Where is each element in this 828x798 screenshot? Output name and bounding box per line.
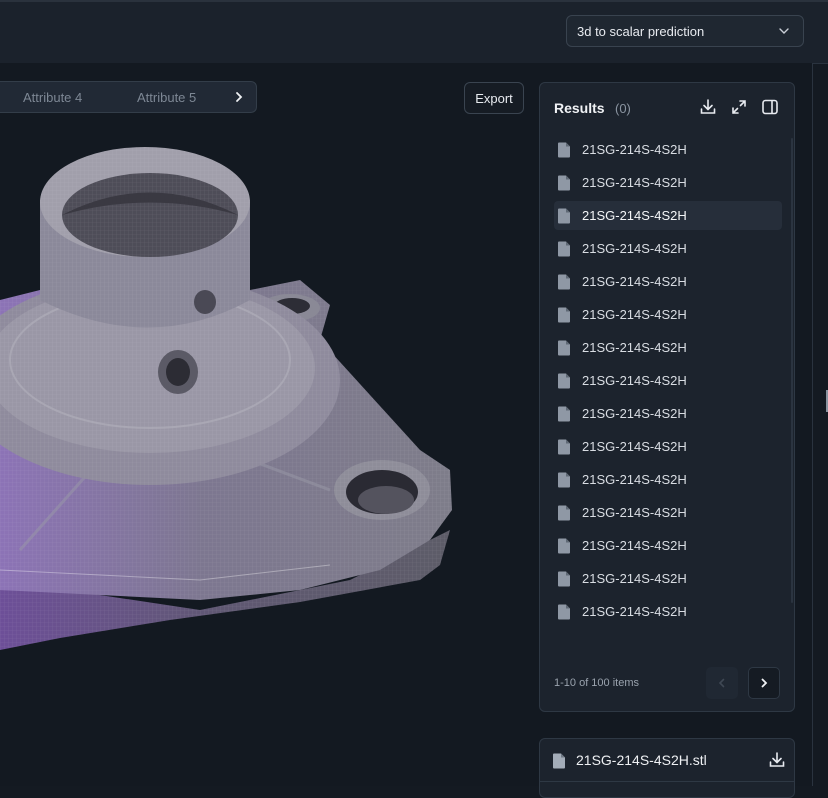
list-item-label: 21SG-214S-4S2H	[582, 406, 687, 421]
list-item-label: 21SG-214S-4S2H	[582, 571, 687, 586]
3d-model-viewport[interactable]	[0, 110, 520, 670]
file-icon	[558, 142, 570, 157]
list-item-label: 21SG-214S-4S2H	[582, 175, 687, 190]
list-item[interactable]: 21SG-214S-4S2H	[554, 465, 782, 494]
chevron-down-icon	[779, 28, 789, 34]
list-item[interactable]: 21SG-214S-4S2H	[554, 498, 782, 527]
model-type-value: 3d to scalar prediction	[577, 23, 705, 39]
model-type-select[interactable]: 3d to scalar prediction	[566, 15, 804, 47]
list-item[interactable]: 21SG-214S-4S2H	[554, 531, 782, 560]
previous-page-button[interactable]	[706, 667, 738, 699]
list-item[interactable]: 21SG-214S-4S2H	[554, 333, 782, 362]
file-icon	[558, 340, 570, 355]
list-item[interactable]: 21SG-214S-4S2H	[554, 201, 782, 230]
list-item[interactable]: 21SG-214S-4S2H	[554, 564, 782, 593]
chevron-right-icon	[761, 678, 768, 688]
list-item-label: 21SG-214S-4S2H	[582, 208, 687, 223]
export-button[interactable]: Export	[464, 82, 524, 114]
results-list: 21SG-214S-4S2H 21SG-214S-4S2H 21SG-214S-4S…	[554, 135, 782, 630]
list-item-label: 21SG-214S-4S2H	[582, 373, 687, 388]
attribute-tabs: Attribute 4 Attribute 5	[0, 81, 257, 113]
file-icon	[558, 175, 570, 190]
file-card-divider	[540, 781, 794, 782]
file-icon	[558, 571, 570, 586]
download-icon[interactable]	[768, 751, 786, 769]
list-item-label: 21SG-214S-4S2H	[582, 307, 687, 322]
file-name: 21SG-214S-4S2H.stl	[576, 752, 707, 768]
chevron-right-icon[interactable]	[232, 90, 246, 104]
tab-attribute-4[interactable]: Attribute 4	[23, 90, 82, 105]
list-item[interactable]: 21SG-214S-4S2H	[554, 267, 782, 296]
file-icon	[558, 439, 570, 454]
list-item[interactable]: 21SG-214S-4S2H	[554, 168, 782, 197]
file-icon	[558, 274, 570, 289]
file-icon	[558, 538, 570, 553]
list-item-label: 21SG-214S-4S2H	[582, 538, 687, 553]
chevron-left-icon	[718, 678, 725, 688]
list-item-label: 21SG-214S-4S2H	[582, 604, 687, 619]
list-item[interactable]: 21SG-214S-4S2H	[554, 432, 782, 461]
results-title: Results	[554, 100, 605, 116]
file-icon	[558, 307, 570, 322]
list-item-label: 21SG-214S-4S2H	[582, 340, 687, 355]
download-icon[interactable]	[699, 98, 717, 116]
file-icon	[558, 604, 570, 619]
list-item[interactable]: 21SG-214S-4S2H	[554, 597, 782, 626]
results-scrollbar[interactable]	[791, 138, 793, 603]
list-item[interactable]: 21SG-214S-4S2H	[554, 234, 782, 263]
panel-toggle-icon[interactable]	[761, 98, 779, 116]
list-item-label: 21SG-214S-4S2H	[582, 142, 687, 157]
file-icon	[558, 208, 570, 223]
tab-attribute-5[interactable]: Attribute 5	[137, 90, 196, 105]
top-strip	[0, 0, 828, 2]
results-panel: Results (0) 21SG-214S-4S2H 21SG-214S-4S2H…	[539, 82, 795, 712]
list-item[interactable]: 21SG-214S-4S2H	[554, 135, 782, 164]
file-icon	[558, 505, 570, 520]
file-icon	[558, 406, 570, 421]
pagination-summary: 1-10 of 100 items	[554, 677, 639, 689]
list-item[interactable]: 21SG-214S-4S2H	[554, 399, 782, 428]
file-icon	[558, 373, 570, 388]
list-item-label: 21SG-214S-4S2H	[582, 472, 687, 487]
next-page-button[interactable]	[748, 667, 780, 699]
list-item-label: 21SG-214S-4S2H	[582, 505, 687, 520]
list-item-label: 21SG-214S-4S2H	[582, 274, 687, 289]
list-item[interactable]: 21SG-214S-4S2H	[554, 300, 782, 329]
file-icon	[558, 241, 570, 256]
file-icon	[553, 753, 565, 769]
file-icon	[558, 472, 570, 487]
list-item[interactable]: 21SG-214S-4S2H	[554, 366, 782, 395]
selected-file-card[interactable]: 21SG-214S-4S2H.stl	[539, 738, 795, 798]
list-item-label: 21SG-214S-4S2H	[582, 439, 687, 454]
list-item-label: 21SG-214S-4S2H	[582, 241, 687, 256]
results-count: (0)	[615, 101, 631, 116]
expand-icon[interactable]	[730, 98, 748, 116]
top-bar: 3d to scalar prediction	[0, 0, 828, 64]
